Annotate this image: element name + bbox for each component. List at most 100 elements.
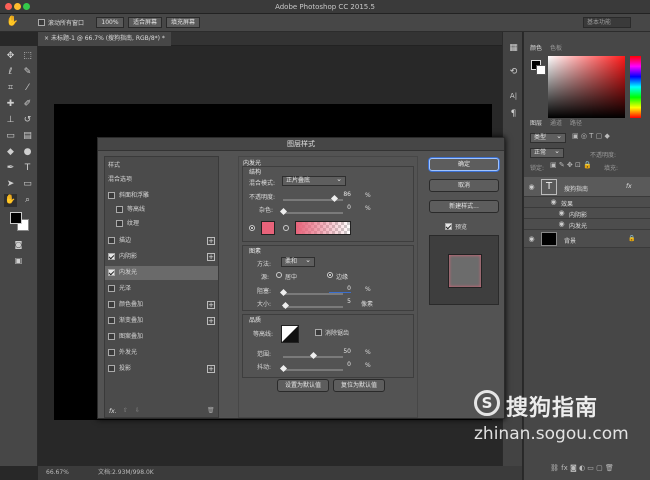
scroll-all-checkbox[interactable] <box>38 19 45 26</box>
jitter-slider-track[interactable] <box>283 369 343 371</box>
range-value[interactable]: 50 <box>329 347 351 356</box>
layers-footer-icons[interactable]: ⛓ fx ◙ ◐ ▭ ▢ 🗑 <box>550 464 614 472</box>
layer-blend-mode[interactable]: 正常 <box>530 147 564 158</box>
hand-tool-icon[interactable]: ✋ <box>4 194 17 207</box>
effect-inner-glow-row[interactable]: ◉ 内发光 <box>524 219 650 230</box>
cancel-button[interactable]: 取消 <box>429 179 499 192</box>
hand-tool-icon[interactable]: ✋ <box>6 16 18 27</box>
style-item-outer-glow[interactable]: 外发光 <box>105 346 218 360</box>
move-up-icon[interactable]: ⇧ <box>123 407 128 414</box>
style-item-stroke[interactable]: 描边 + <box>105 234 218 248</box>
drop-shadow-checkbox[interactable] <box>108 365 115 372</box>
window-controls[interactable] <box>5 3 31 11</box>
healing-tool-icon[interactable]: ✚ <box>4 98 17 111</box>
close-icon[interactable]: × <box>44 35 51 42</box>
add-color-overlay-icon[interactable]: + <box>207 301 215 309</box>
layer-row-background[interactable]: ◉ 背景 🔒 <box>524 230 650 248</box>
style-item-bevel[interactable]: 斜面和浮雕 <box>105 189 218 203</box>
properties-icon[interactable]: ▦ <box>507 42 520 55</box>
add-gradient-overlay-icon[interactable]: + <box>207 317 215 325</box>
style-item-satin[interactable]: 光泽 <box>105 282 218 296</box>
layer-effects-row[interactable]: ◉ 效果 <box>524 197 650 208</box>
contour-preview[interactable] <box>281 325 299 343</box>
center-radio[interactable] <box>276 272 282 278</box>
tab-swatches[interactable]: 色板 <box>550 43 562 52</box>
shape-tool-icon[interactable]: ▭ <box>21 178 34 191</box>
tab-color[interactable]: 颜色 <box>530 43 542 52</box>
style-item-drop-shadow[interactable]: 投影 + <box>105 362 218 376</box>
fill-screen-button[interactable]: 填充屏幕 <box>166 17 200 28</box>
add-stroke-icon[interactable]: + <box>207 237 215 245</box>
bevel-checkbox[interactable] <box>108 192 115 199</box>
path-select-icon[interactable]: ➤ <box>4 178 17 191</box>
tab-channels[interactable]: 通道 <box>550 118 562 127</box>
layer-row-text[interactable]: ◉ T 搜狗指南 fx <box>524 177 650 197</box>
pen-tool-icon[interactable]: ✒ <box>4 162 17 175</box>
stroke-checkbox[interactable] <box>108 237 115 244</box>
style-item-pattern-overlay[interactable]: 图案叠加 <box>105 330 218 344</box>
make-default-button[interactable]: 设置为默认值 <box>277 379 329 392</box>
preview-checkbox[interactable] <box>445 223 452 230</box>
quick-select-tool-icon[interactable]: ✎ <box>21 66 34 79</box>
fx-menu-button[interactable]: fx. <box>109 408 117 415</box>
close-dot-icon[interactable] <box>5 3 12 10</box>
effects-eye-icon[interactable]: ◉ <box>549 198 558 206</box>
noise-slider-track[interactable] <box>283 212 343 214</box>
color-radio[interactable] <box>249 225 255 231</box>
brush-tool-icon[interactable]: ✐ <box>21 98 34 111</box>
status-zoom[interactable]: 66.67% <box>46 466 69 480</box>
style-item-color-overlay[interactable]: 颜色叠加 + <box>105 298 218 312</box>
outer-glow-checkbox[interactable] <box>108 349 115 356</box>
tab-paths[interactable]: 路径 <box>570 118 582 127</box>
history-brush-icon[interactable]: ↺ <box>21 114 34 127</box>
method-select[interactable]: 柔和 <box>281 256 315 267</box>
inner-glow-eye-icon[interactable]: ◉ <box>557 220 566 228</box>
lock-icons[interactable]: ▣ ✎ ✥ ⊡ 🔒 <box>550 161 592 169</box>
move-down-icon[interactable]: ⇩ <box>135 407 140 414</box>
layer-kind-filter[interactable]: 类型 <box>530 132 566 143</box>
add-inner-shadow-icon[interactable]: + <box>207 253 215 261</box>
glow-gradient-swatch[interactable] <box>295 221 351 235</box>
move-tool-icon[interactable]: ✥ <box>4 50 17 63</box>
zoom-tool-icon[interactable]: ⌕ <box>21 194 34 207</box>
workspace-select[interactable]: 基本功能 <box>583 17 631 28</box>
style-item-contour[interactable]: 等高线 <box>105 203 218 217</box>
dodge-tool-icon[interactable]: ● <box>21 146 34 159</box>
history-icon[interactable]: ⟲ <box>507 66 520 79</box>
styles-header[interactable]: 样式 <box>105 159 218 173</box>
quick-mask-icon[interactable]: ◙ <box>12 238 25 251</box>
contour-checkbox[interactable] <box>116 206 123 213</box>
layer-filter-icons[interactable]: ▣ ◎ T ▢ ◆ <box>572 132 610 140</box>
document-tab[interactable]: × 未标题-1 @ 66.7% (搜狗指南, RGB/8*) * <box>38 32 171 46</box>
inner-shadow-eye-icon[interactable]: ◉ <box>557 209 566 217</box>
noise-value[interactable]: 0 <box>329 203 351 212</box>
texture-checkbox[interactable] <box>116 220 123 227</box>
effect-inner-shadow-row[interactable]: ◉ 内阴影 <box>524 208 650 219</box>
inner-glow-checkbox[interactable] <box>108 269 115 276</box>
size-value[interactable]: 5 <box>329 297 351 306</box>
edge-radio[interactable] <box>327 272 333 278</box>
zoom-100-button[interactable]: 100% <box>96 17 124 28</box>
blend-options-item[interactable]: 混合选项 <box>105 173 218 187</box>
jitter-value[interactable]: 0 <box>329 360 351 369</box>
gradient-tool-icon[interactable]: ▤ <box>21 130 34 143</box>
opacity-value[interactable]: 86 <box>329 190 351 199</box>
background-eye-icon[interactable]: ◉ <box>527 235 536 243</box>
glow-color-swatch[interactable] <box>261 221 275 235</box>
antialias-checkbox[interactable] <box>315 329 322 336</box>
ok-button[interactable]: 确定 <box>429 158 499 171</box>
trash-icon[interactable]: 🗑 <box>207 407 215 414</box>
marquee-tool-icon[interactable]: ⬚ <box>21 50 34 63</box>
hue-slider[interactable] <box>630 56 641 118</box>
style-item-gradient-overlay[interactable]: 渐变叠加 + <box>105 314 218 328</box>
zoom-dot-icon[interactable] <box>23 3 30 10</box>
color-overlay-checkbox[interactable] <box>108 301 115 308</box>
choke-slider-track[interactable] <box>283 293 343 295</box>
foreground-color-swatch[interactable] <box>10 212 22 224</box>
choke-value[interactable]: 0 <box>329 284 351 293</box>
blur-tool-icon[interactable]: ◆ <box>4 146 17 159</box>
type-tool-icon[interactable]: T <box>21 162 34 175</box>
paragraph-icon[interactable]: ¶ <box>507 108 520 121</box>
gradient-overlay-checkbox[interactable] <box>108 317 115 324</box>
eraser-tool-icon[interactable]: ▭ <box>4 130 17 143</box>
